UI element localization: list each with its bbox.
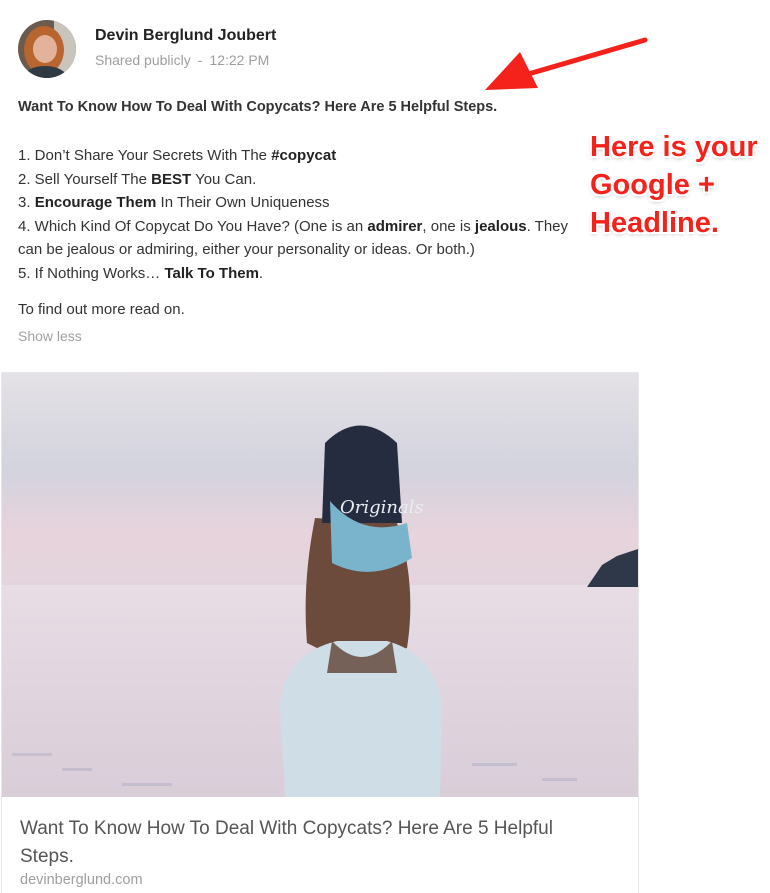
step-text: 2. Sell Yourself The: [18, 170, 152, 188]
step-text: .: [258, 264, 264, 282]
step-2: 2. Sell Yourself The BEST You Can.: [18, 168, 593, 192]
step-bold: admirer: [367, 217, 423, 235]
post-time[interactable]: 12:22 PM: [209, 52, 269, 68]
step-3: 3. Encourage Them In Their Own Uniquenes…: [18, 191, 593, 215]
annotation-line: Headline.: [590, 207, 719, 239]
show-less-button[interactable]: Show less: [18, 328, 82, 344]
step-text: In Their Own Uniqueness: [156, 194, 330, 211]
step-text: , one is: [422, 217, 475, 235]
author-name[interactable]: Devin Berglund Joubert: [95, 27, 276, 45]
link-card-domain[interactable]: devinberglund.com: [20, 872, 143, 888]
step-bold: jealous: [474, 217, 527, 235]
cap-logo-text: Originals: [340, 497, 424, 518]
step-text: 5. If Nothing Works…: [18, 264, 165, 282]
link-card-title[interactable]: Want To Know How To Deal With Copycats? …: [20, 815, 610, 871]
step-text: 3.: [18, 194, 35, 211]
annotation-callout: Here is your Google + Headline.: [590, 128, 758, 242]
step-text: 4. Which Kind Of Copycat Do You Have? (O…: [18, 217, 368, 235]
meta-separator: -: [197, 52, 203, 68]
closing-text: To find out more read on.: [18, 301, 185, 318]
avatar[interactable]: [18, 20, 76, 78]
post-headline: Want To Know How To Deal With Copycats? …: [18, 99, 498, 115]
step-bold: Talk To Them: [164, 264, 259, 282]
visibility-label[interactable]: Shared publicly: [95, 52, 191, 68]
link-card[interactable]: Originals Want To Know How To Deal With …: [1, 372, 639, 893]
step-bold: BEST: [151, 170, 192, 188]
annotation-line: Google +: [590, 169, 715, 201]
post-meta: Shared publicly -12:22 PM: [95, 52, 269, 68]
annotation-line: Here is your: [590, 131, 758, 163]
step-5: 5. If Nothing Works… Talk To Them.: [18, 262, 593, 286]
step-text: You Can.: [191, 170, 257, 188]
sea-girl-photo: Originals: [2, 373, 638, 797]
avatar-photo: [18, 20, 76, 78]
step-4: 4. Which Kind Of Copycat Do You Have? (O…: [18, 215, 593, 262]
step-1: 1. Don’t Share Your Secrets With The #co…: [18, 144, 593, 168]
post-body: 1. Don’t Share Your Secrets With The #co…: [18, 144, 593, 285]
step-bold: Encourage Them: [34, 194, 157, 211]
step-text: 1. Don’t Share Your Secrets With The: [18, 147, 272, 164]
link-card-image[interactable]: Originals: [2, 373, 638, 797]
annotation-arrow-icon: [485, 37, 648, 90]
hashtag-link[interactable]: #copycat: [271, 147, 336, 164]
